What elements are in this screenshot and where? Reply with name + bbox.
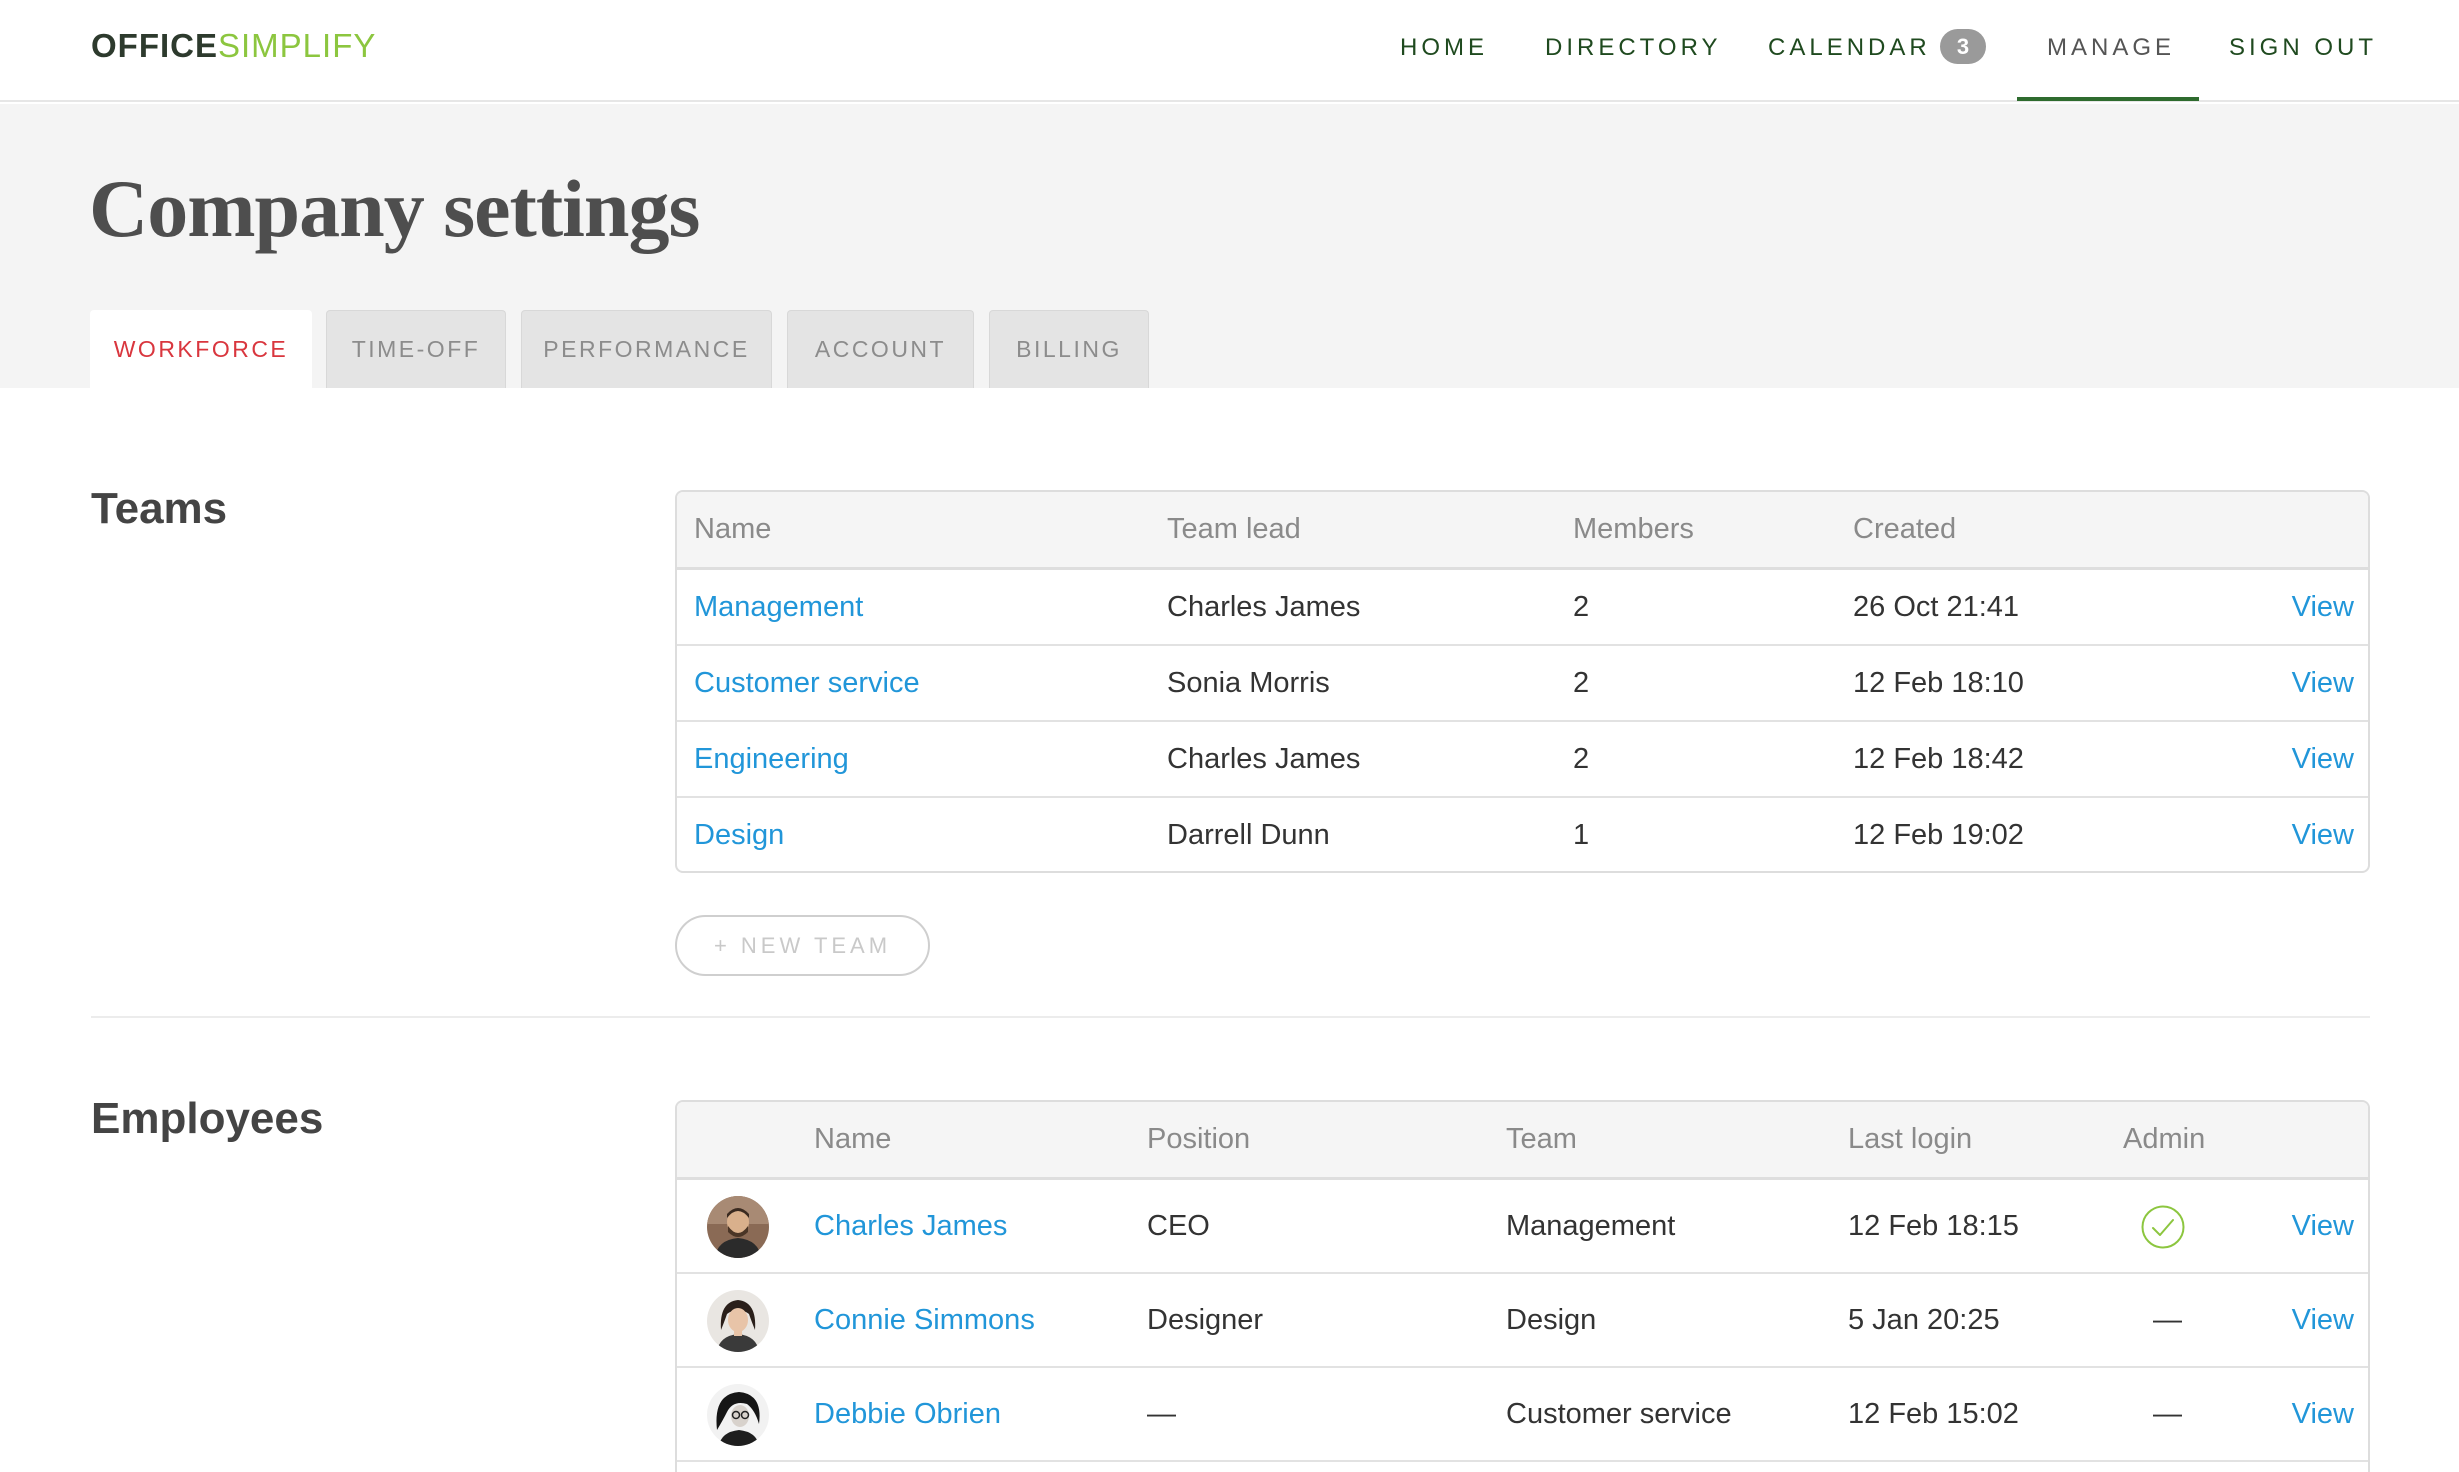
avatar[interactable]	[707, 1196, 769, 1258]
teams-col-created: Created	[1853, 513, 1957, 545]
team-lead: Darrell Dunn	[1167, 819, 1330, 851]
nav-sign-out[interactable]: SIGN OUT	[2229, 0, 2377, 102]
employee-view-link[interactable]: View	[2292, 1368, 2354, 1460]
team-members: 2	[1573, 590, 1590, 623]
team-row: Engineering Charles James 2 12 Feb 18:42…	[677, 722, 2368, 798]
employee-position: CEO	[1147, 1209, 1210, 1242]
employee-admin-none: —	[2153, 1397, 2182, 1430]
employee-name-link[interactable]: Connie Simmons	[814, 1274, 1035, 1366]
employees-col-team: Team	[1506, 1123, 1577, 1155]
employee-position: —	[1147, 1397, 1176, 1430]
employee-admin-none: —	[2153, 1303, 2182, 1336]
avatar-photo-connie	[707, 1290, 769, 1352]
teams-section-title: Teams	[91, 484, 228, 533]
team-view-link[interactable]: View	[2292, 570, 2354, 644]
app-logo[interactable]: OFFICESIMPLIFY	[91, 26, 376, 66]
teams-col-name: Name	[694, 513, 772, 545]
employees-col-name: Name	[814, 1123, 892, 1155]
teams-table-header: Name Team lead Members Created	[677, 492, 2368, 570]
team-lead: Charles James	[1167, 590, 1361, 623]
employee-team: Design	[1506, 1303, 1597, 1336]
nav-directory[interactable]: DIRECTORY	[1545, 0, 1721, 102]
nav-manage[interactable]: MANAGE	[2047, 0, 2175, 102]
team-created: 26 Oct 21:41	[1853, 590, 2020, 623]
employees-col-position: Position	[1147, 1123, 1251, 1155]
team-created: 12 Feb 19:02	[1853, 819, 2024, 851]
teams-col-members: Members	[1573, 513, 1694, 545]
employee-name-link[interactable]: Debbie Obrien	[814, 1368, 1001, 1460]
team-members: 2	[1573, 666, 1590, 699]
employee-row: Debbie Obrien — Customer service 12 Feb …	[677, 1368, 2368, 1462]
team-row: Management Charles James 2 26 Oct 21:41 …	[677, 570, 2368, 646]
calendar-count-badge: 3	[1940, 29, 1986, 64]
avatar[interactable]	[707, 1384, 769, 1446]
team-view-link[interactable]: View	[2292, 646, 2354, 720]
nav-calendar[interactable]: CALENDAR	[1768, 0, 1931, 102]
team-created: 12 Feb 18:10	[1853, 666, 2024, 699]
team-members: 1	[1573, 819, 1590, 851]
employee-view-link[interactable]: View	[2292, 1274, 2354, 1366]
team-name-link[interactable]: Management	[694, 570, 863, 644]
avatar[interactable]	[707, 1290, 769, 1352]
page-header: Company settings WORKFORCE TIME-OFF PERF…	[0, 104, 2459, 388]
logo-office: OFFICE	[91, 27, 218, 64]
employee-last-login: 12 Feb 15:02	[1848, 1397, 2019, 1430]
teams-col-team-lead: Team lead	[1167, 513, 1301, 545]
employee-row: Connie Simmons Designer Design 5 Jan 20:…	[677, 1274, 2368, 1368]
employee-name-link[interactable]: Charles James	[814, 1180, 1007, 1272]
employee-last-login: 12 Feb 18:15	[1848, 1209, 2019, 1242]
team-lead: Sonia Morris	[1167, 666, 1330, 699]
tab-account[interactable]: ACCOUNT	[787, 310, 974, 388]
team-row: Customer service Sonia Morris 2 12 Feb 1…	[677, 646, 2368, 722]
team-members: 2	[1573, 742, 1590, 775]
avatar-photo-charles	[707, 1196, 769, 1258]
section-divider	[91, 1016, 2370, 1018]
logo-simplify: SIMPLIFY	[218, 27, 377, 64]
employees-col-admin: Admin	[2123, 1123, 2206, 1155]
employee-last-login: 5 Jan 20:25	[1848, 1303, 2000, 1336]
employees-table: Name Position Team Last login Admin Char…	[675, 1100, 2370, 1472]
check-circle-icon	[2141, 1205, 2185, 1249]
employee-team: Customer service	[1506, 1397, 1732, 1430]
employee-row: Charles James CEO Management 12 Feb 18:1…	[677, 1180, 2368, 1274]
new-team-button[interactable]: + NEW TEAM	[675, 915, 930, 976]
tab-workforce[interactable]: WORKFORCE	[90, 310, 312, 388]
employee-team: Management	[1506, 1209, 1676, 1242]
active-nav-underline	[2017, 97, 2199, 101]
employees-col-last-login: Last login	[1848, 1123, 1973, 1155]
tab-time-off[interactable]: TIME-OFF	[326, 310, 506, 388]
page-title: Company settings	[89, 163, 700, 254]
employee-position: Designer	[1147, 1303, 1264, 1336]
employees-table-header: Name Position Team Last login Admin	[677, 1102, 2368, 1180]
team-row: Design Darrell Dunn 1 12 Feb 19:02 View	[677, 798, 2368, 871]
team-name-link[interactable]: Design	[694, 798, 784, 871]
employees-section-title: Employees	[91, 1094, 324, 1143]
team-name-link[interactable]: Engineering	[694, 722, 849, 796]
nav-home[interactable]: HOME	[1400, 0, 1488, 102]
tab-billing[interactable]: BILLING	[989, 310, 1149, 388]
avatar-photo-debbie	[707, 1384, 769, 1446]
teams-table: Name Team lead Members Created Managemen…	[675, 490, 2370, 873]
tab-performance[interactable]: PERFORMANCE	[521, 310, 772, 388]
team-view-link[interactable]: View	[2292, 722, 2354, 796]
team-view-link[interactable]: View	[2292, 798, 2354, 871]
team-name-link[interactable]: Customer service	[694, 646, 920, 720]
team-created: 12 Feb 18:42	[1853, 742, 2024, 775]
team-lead: Charles James	[1167, 742, 1361, 775]
employee-view-link[interactable]: View	[2292, 1180, 2354, 1272]
top-navigation: OFFICESIMPLIFY HOME DIRECTORY CALENDAR 3…	[0, 0, 2459, 102]
